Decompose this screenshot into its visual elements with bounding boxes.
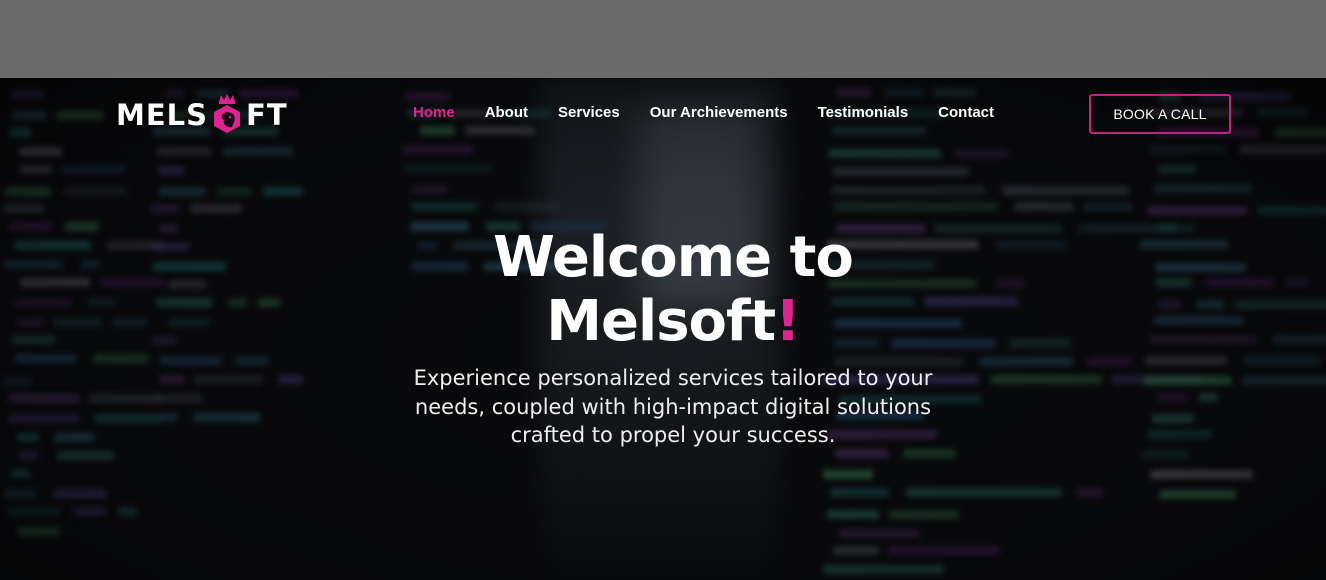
nav-item-home[interactable]: Home (413, 104, 455, 121)
hero-headline-line2: Melsoft (546, 289, 776, 354)
top-band (0, 0, 1326, 78)
site-logo[interactable]: MELS FT (116, 94, 288, 135)
book-a-call-button[interactable]: BOOK A CALL (1089, 94, 1231, 134)
hero-headline-line1: Welcome to (493, 225, 854, 290)
nav-item-contact[interactable]: Contact (938, 104, 994, 121)
hero-headline: Welcome to Melsoft! (363, 226, 983, 354)
logo-text-right: FT (246, 98, 288, 132)
nav-item-about[interactable]: About (485, 104, 528, 121)
nav-item-testimonials[interactable]: Testimonials (818, 104, 909, 121)
hero-headline-accent: ! (775, 289, 801, 354)
hero-subtitle: Experience personalized services tailore… (413, 366, 933, 447)
main-nav: Home About Services Our Archievements Te… (413, 104, 1024, 121)
nav-item-services[interactable]: Services (558, 104, 620, 121)
logo-text-left: MELS (116, 98, 209, 132)
nav-item-achievements[interactable]: Our Archievements (650, 104, 788, 121)
crowned-lion-hexagon-icon (214, 94, 241, 133)
